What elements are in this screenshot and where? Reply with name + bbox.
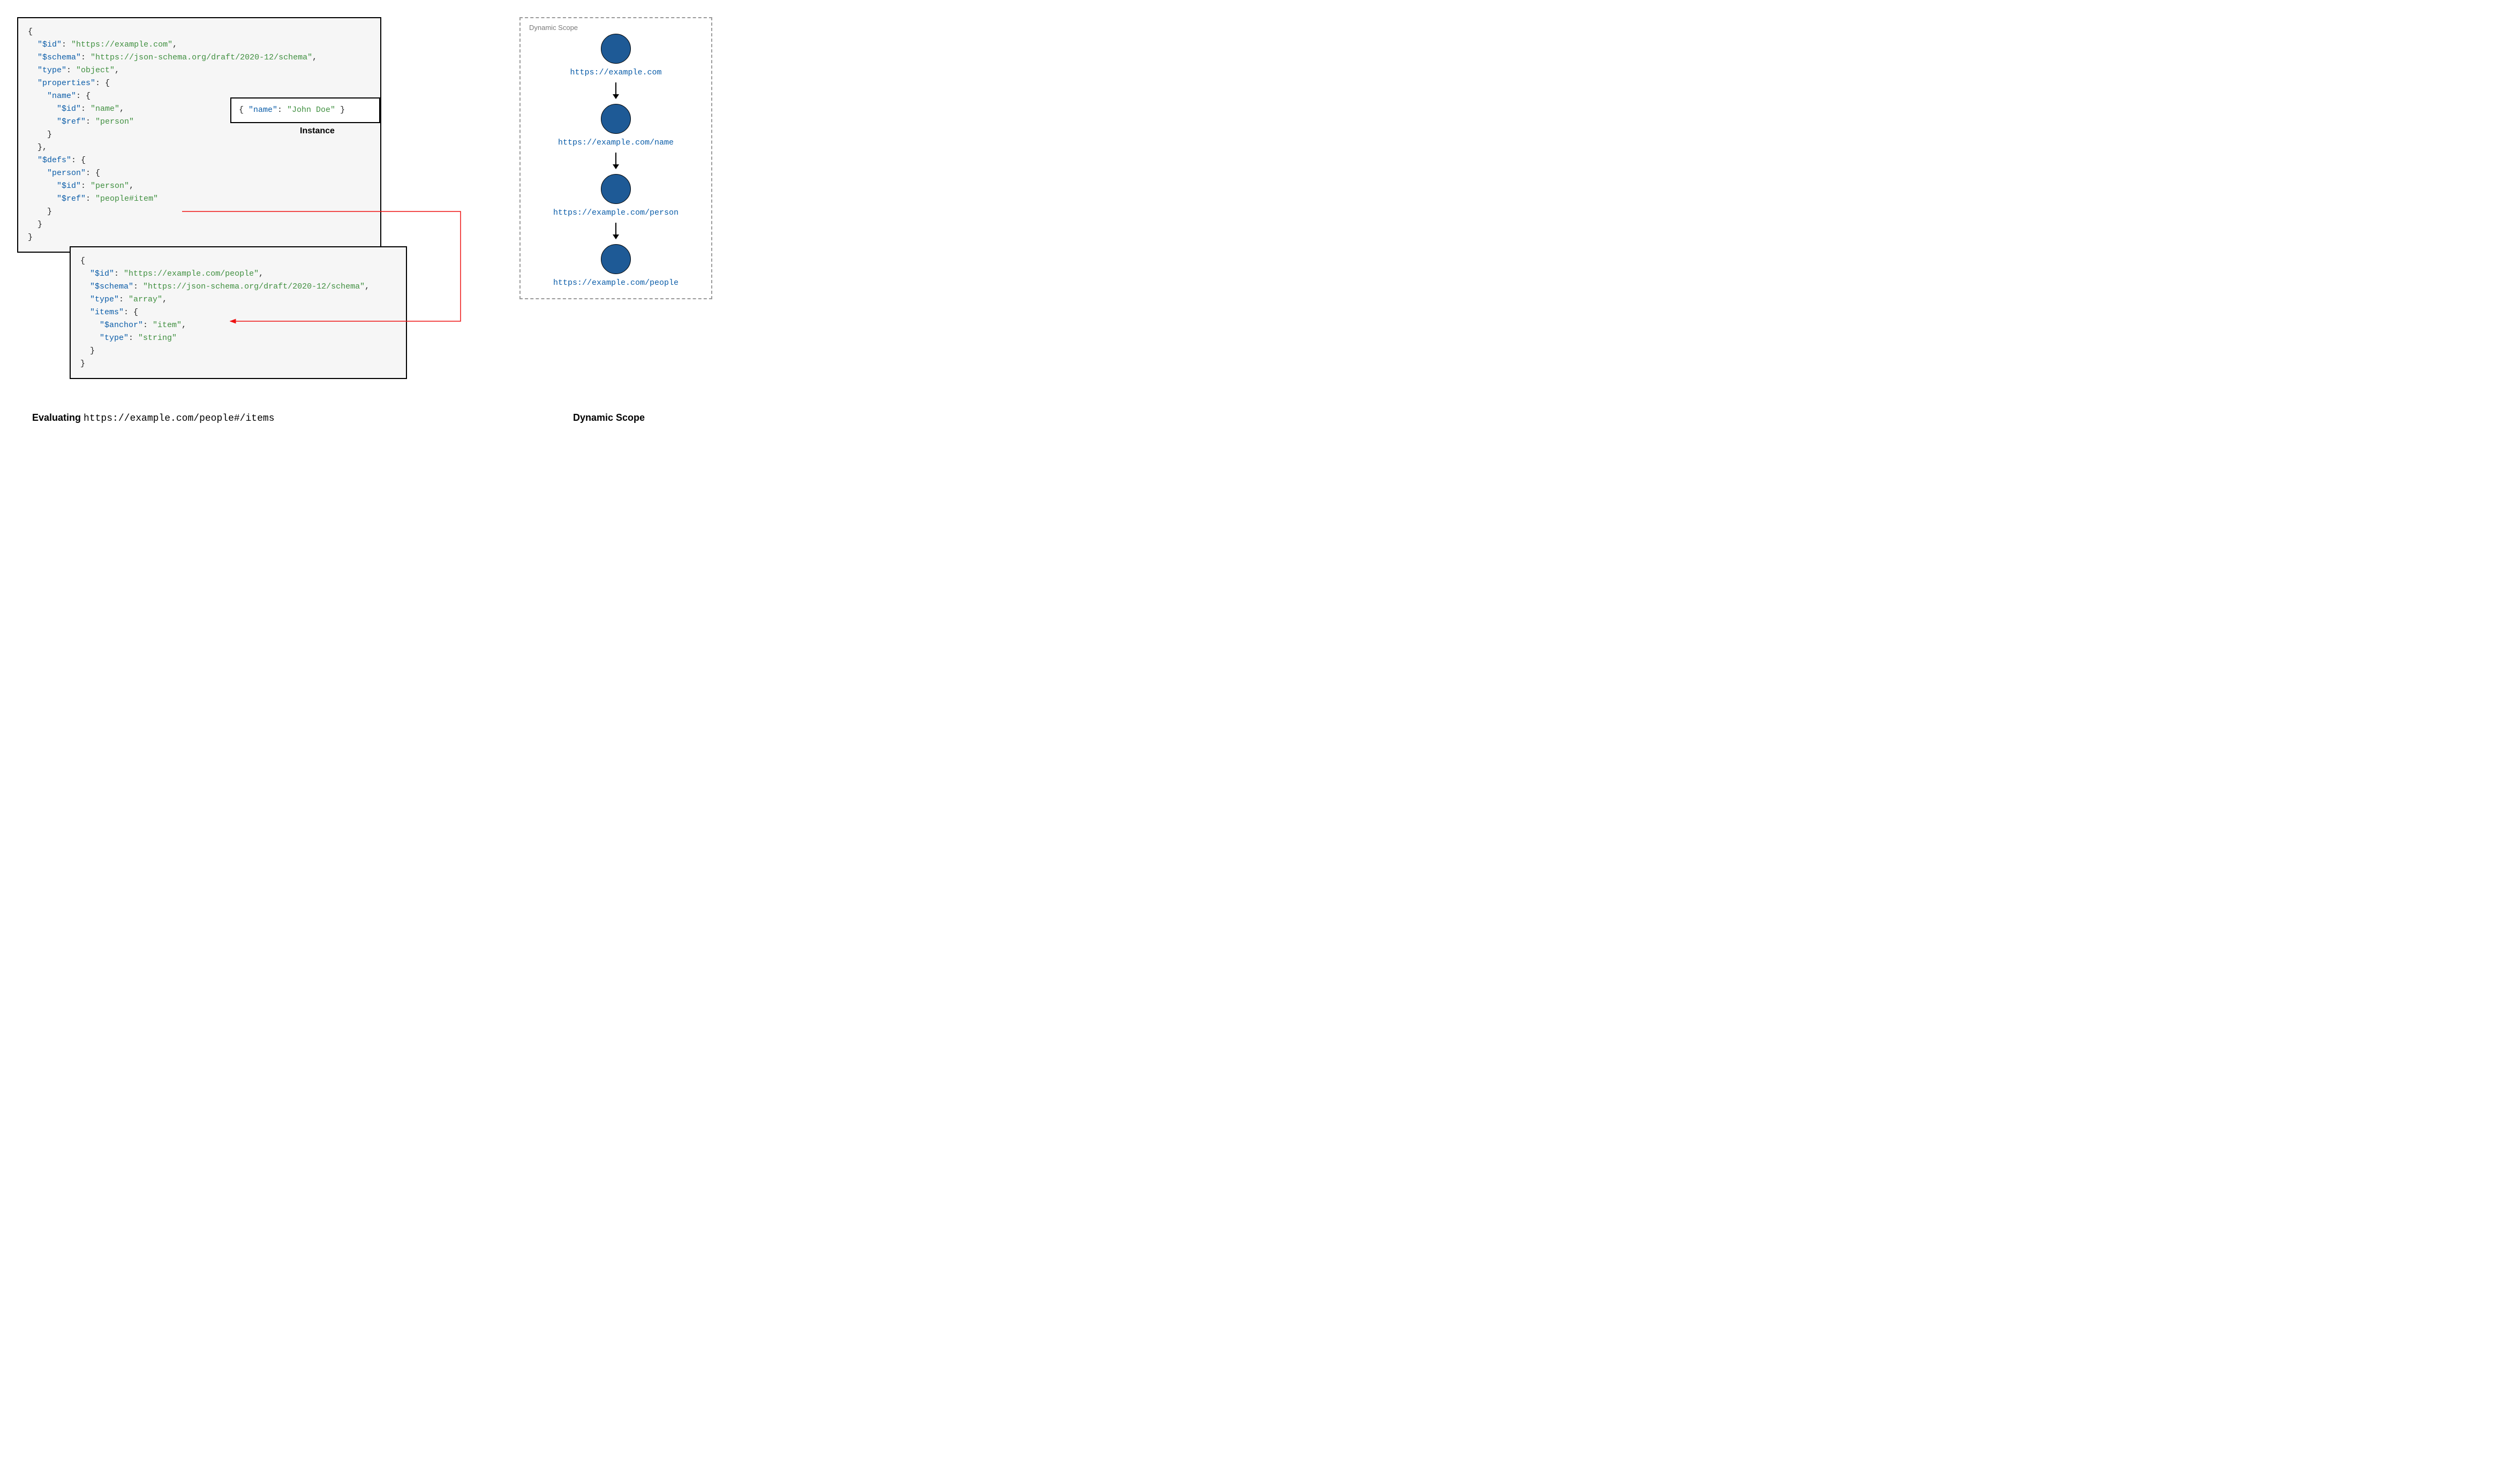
- down-arrow-icon: [615, 153, 616, 169]
- evaluating-caption-bold: Evaluating: [32, 412, 84, 423]
- schema-people-code: { "$id": "https://example.com/people", "…: [70, 246, 407, 379]
- scope-node-url: https://example.com: [570, 68, 661, 77]
- dynamic-scope-title: Dynamic Scope: [529, 24, 703, 32]
- scope-node-circle: [601, 34, 631, 64]
- dynamic-scope-panel: Dynamic Scope https://example.com https:/…: [519, 17, 712, 299]
- instance-code: { "name": "John Doe" }: [230, 97, 380, 123]
- down-arrow-icon: [615, 82, 616, 99]
- down-arrow-icon: [615, 223, 616, 239]
- evaluating-caption-url: https://example.com/people#/items: [84, 413, 274, 424]
- scope-node-circle: [601, 174, 631, 204]
- scope-node-url: https://example.com/person: [553, 208, 679, 217]
- scope-node-circle: [601, 244, 631, 274]
- dynamic-scope-caption-text: Dynamic Scope: [573, 412, 645, 423]
- scope-node-url: https://example.com/name: [558, 138, 674, 147]
- scope-node-url: https://example.com/people: [553, 278, 679, 287]
- instance-label: Instance: [300, 126, 335, 136]
- dynamic-scope-caption: Dynamic Scope: [573, 412, 645, 423]
- scope-node-circle: [601, 104, 631, 134]
- evaluating-caption: Evaluating https://example.com/people#/i…: [32, 412, 275, 424]
